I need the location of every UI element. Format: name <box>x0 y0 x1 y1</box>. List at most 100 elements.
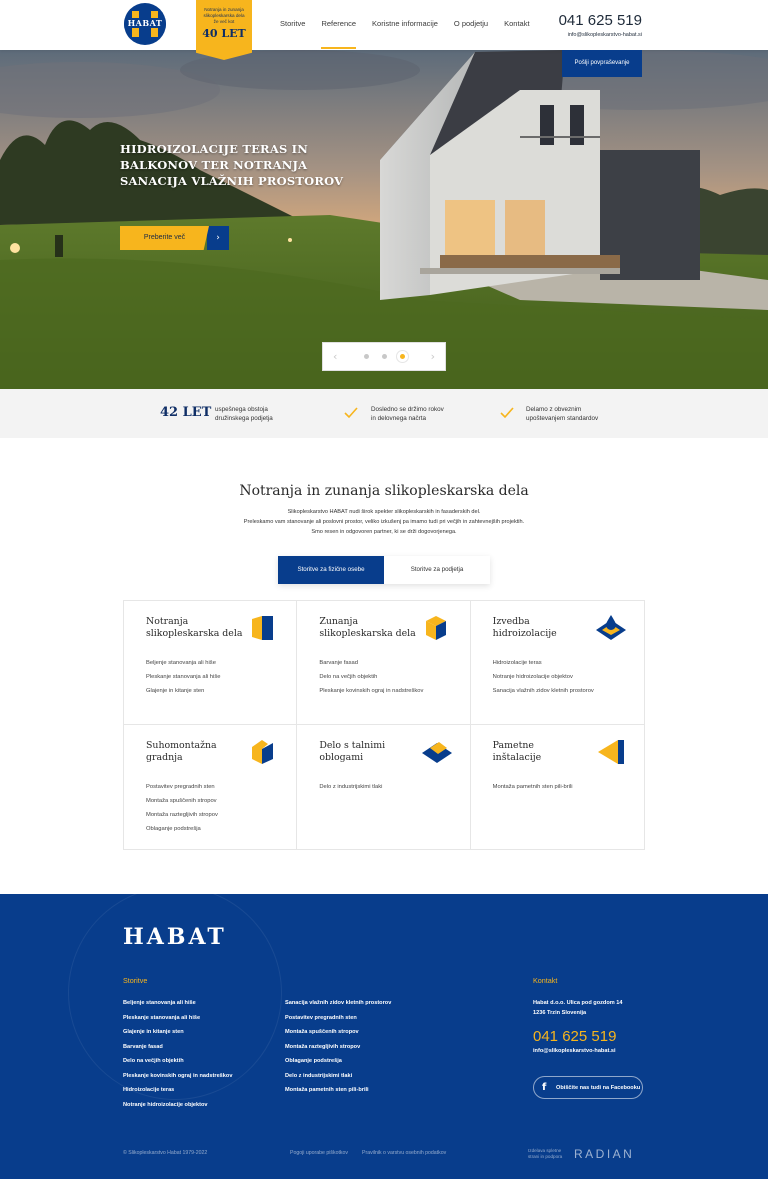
facebook-label: Obiščite nas tudi na Facebooku <box>556 1084 641 1091</box>
slider-dot-2[interactable] <box>381 354 387 359</box>
anniversary-badge: Notranja in zunanja slikopleskarska dela… <box>196 0 252 60</box>
card-item[interactable]: Montaža spuščenih stropov <box>146 794 218 808</box>
footer-link[interactable]: Sanacija vlažnih zidov kletnih prostorov <box>285 996 391 1011</box>
card-title-line-2: oblogami <box>319 752 364 763</box>
slider-next-icon[interactable]: › <box>431 350 435 363</box>
nav-reference[interactable]: Reference <box>321 19 356 49</box>
footer-link[interactable]: Delo z industrijskimi tlaki <box>285 1069 391 1084</box>
intro-line-2: Preleskamo vam stanovanje ali poslovni p… <box>243 519 525 525</box>
deadlines-text: Dosledno se držimo rokov in delovnega na… <box>371 405 444 423</box>
card-title-line-1: Zunanja <box>319 616 359 627</box>
footer-logo[interactable]: HABAT <box>123 924 227 950</box>
years-count: 42 LET <box>160 405 212 420</box>
send-inquiry-button[interactable]: Pošlji povpraševanje <box>562 50 642 77</box>
intro-line-3: Smo resen in odgovoren partner, ki se dr… <box>311 529 457 535</box>
card-list: Delo z industrijskimi tlaki <box>319 780 382 794</box>
smart-wall-icon <box>597 740 624 764</box>
card-item[interactable]: Pleskanje stanovanja ali hiše <box>146 670 220 684</box>
card-title-line-2: hidroizolacije <box>492 628 557 639</box>
habat-logo[interactable]: HABAT <box>124 3 166 45</box>
footer-contact-heading: Kontakt <box>533 976 558 985</box>
card-list: Postavitev pregradnih sten Montaža spušč… <box>146 780 218 836</box>
service-card-interior[interactable]: Notranja slikopleskarska dela Beljenje s… <box>124 601 298 725</box>
card-item[interactable]: Montaža raztegljivih stropov <box>146 808 218 822</box>
hero-banner: HIDROIZOLACIJE TERAS IN BALKONOV TER NOT… <box>0 50 768 389</box>
header-email[interactable]: info@slikopleskarstvo-habat.si <box>568 32 642 38</box>
check-icon <box>500 407 514 419</box>
card-item[interactable]: Oblaganje podstrešja <box>146 822 218 836</box>
tab-individuals[interactable]: Storitve za fizične osebe <box>278 556 384 584</box>
card-item[interactable]: Notranje hidroizolacije objektov <box>493 670 594 684</box>
intro-line-1: Slikopleskarstvo HABAT nudi širok spekte… <box>287 509 481 515</box>
deadlines-line-1: Dosledno se držimo rokov <box>371 406 444 413</box>
footer-link[interactable]: Pleskanje kovinskih ograj in nadstreškov <box>123 1069 232 1084</box>
card-item[interactable]: Barvanje fasad <box>319 656 423 670</box>
footer-link[interactable]: Barvanje fasad <box>123 1040 232 1055</box>
card-item[interactable]: Delo na večjih objektih <box>319 670 423 684</box>
water-drop-icon <box>595 615 626 640</box>
service-card-smart[interactable]: Pametne inštalacije Montaža pametnih ste… <box>471 725 644 849</box>
card-list: Barvanje fasad Delo na večjih objektih P… <box>319 656 423 698</box>
door-icon <box>252 616 274 640</box>
card-item[interactable]: Postavitev pregradnih sten <box>146 780 218 794</box>
card-item[interactable]: Montaža pametnih sten pili-brili <box>493 780 573 794</box>
card-item[interactable]: Beljenje stanovanja ali hiše <box>146 656 220 670</box>
footer-address: Habat d.o.o. Ulica pod gozdom 14 1236 Tr… <box>533 998 623 1018</box>
footer-link[interactable]: Beljenje stanovanja ali hiše <box>123 996 232 1011</box>
service-card-waterproofing[interactable]: Izvedba hidroizolacije Hidroizolacije te… <box>470 601 644 725</box>
read-more-label: Preberite več <box>120 226 209 250</box>
card-item[interactable]: Sanacija vlažnih zidov kletnih prostorov <box>493 684 594 698</box>
hero-slider-nav: ‹ › <box>322 342 446 371</box>
card-item[interactable]: Pleskanje kovinskih ograj in nadstreškov <box>319 684 423 698</box>
radian-logo[interactable]: RADIAN <box>574 1147 634 1161</box>
footer-link[interactable]: Montaža pametnih sten pili-brili <box>285 1083 391 1098</box>
card-title-line-1: Delo s talnimi <box>319 740 386 751</box>
nav-o-podjetju[interactable]: O podjetju <box>454 19 488 28</box>
standards-text: Delamo z obveznim upoštevanjem standardo… <box>526 405 598 423</box>
card-item[interactable]: Glajenje in kitanje sten <box>146 684 220 698</box>
footer-link[interactable]: Oblaganje podstrešja <box>285 1054 391 1069</box>
drywall-icon <box>252 740 274 764</box>
cookie-terms-link[interactable]: Pogoji uporabe piškotkov <box>290 1150 348 1156</box>
services-intro: Slikopleskarstvo HABAT nudi širok spekte… <box>0 507 768 537</box>
footer-link[interactable]: Montaža raztegljivih stropov <box>285 1040 391 1055</box>
footer-link[interactable]: Delo na večjih objektih <box>123 1054 232 1069</box>
floor-tile-icon <box>421 742 452 763</box>
facebook-button[interactable]: f Obiščite nas tudi na Facebooku <box>533 1076 643 1099</box>
nav-kontakt[interactable]: Kontakt <box>504 19 529 28</box>
card-title: Notranja slikopleskarska dela <box>146 616 256 640</box>
footer-link[interactable]: Postavitev pregradnih sten <box>285 1011 391 1026</box>
header-phone[interactable]: 041 625 519 <box>559 12 642 29</box>
footer-link[interactable]: Notranje hidroizolacije objektov <box>123 1098 232 1113</box>
slider-dot-1[interactable] <box>363 354 369 359</box>
footer-link[interactable]: Pleskanje stanovanja ali hiše <box>123 1011 232 1026</box>
footer-link[interactable]: Hidroizolacije teras <box>123 1083 232 1098</box>
facebook-icon: f <box>542 1081 547 1093</box>
badge-years: 40 LET <box>202 27 246 40</box>
footer-link[interactable]: Glajenje in kitanje sten <box>123 1025 232 1040</box>
footer-link[interactable]: Montaža spuščenih stropov <box>285 1025 391 1040</box>
card-item[interactable]: Delo z industrijskimi tlaki <box>319 780 382 794</box>
slider-prev-icon[interactable]: ‹ <box>333 350 337 363</box>
read-more-button[interactable]: Preberite več › <box>120 226 229 250</box>
card-title-line-1: Notranja <box>146 616 189 627</box>
privacy-policy-link[interactable]: Pravilnik o varstvu osebnih podatkov <box>362 1150 446 1156</box>
footer-email[interactable]: info@slikopleskarstvo-habat.si <box>533 1048 616 1054</box>
footer-services-col-1: Beljenje stanovanja ali hiše Pleskanje s… <box>123 996 232 1112</box>
chevron-right-icon: › <box>207 226 229 250</box>
check-icon <box>344 407 358 419</box>
badge-text: Notranja in zunanja slikopleskarska dela… <box>196 0 252 25</box>
card-title: Pametne inštalacije <box>493 740 603 764</box>
standards-line-2: upoštevanjem standardov <box>526 415 599 422</box>
badge-line-3: že več kot <box>213 19 235 24</box>
footer-phone[interactable]: 041 625 519 <box>533 1028 616 1045</box>
nav-koristne-informacije[interactable]: Koristne informacije <box>372 19 438 28</box>
card-item[interactable]: Hidroizolacije teras <box>493 656 594 670</box>
service-card-flooring[interactable]: Delo s talnimi oblogami Delo z industrij… <box>297 725 471 849</box>
service-card-exterior[interactable]: Zunanja slikopleskarska dela Barvanje fa… <box>297 601 471 725</box>
card-title-line-1: Pametne <box>492 740 534 751</box>
nav-storitve[interactable]: Storitve <box>280 19 305 28</box>
slider-dot-3[interactable] <box>399 354 405 359</box>
tab-companies[interactable]: Storitve za podjetja <box>384 556 490 584</box>
service-card-drywall[interactable]: Suhomontažna gradnja Postavitev pregradn… <box>124 725 298 849</box>
